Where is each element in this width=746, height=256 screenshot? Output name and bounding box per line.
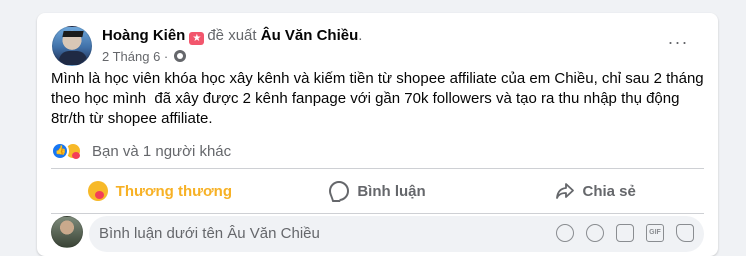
react-button-label: Thương thương (115, 182, 233, 200)
comment-button[interactable]: Bình luận (269, 169, 487, 213)
recommended-page-name[interactable]: Âu Văn Chiều (261, 27, 359, 44)
comment-composer: Bình luận dưới tên Âu Văn Chiều GIF (51, 216, 704, 252)
share-arrow-icon (555, 181, 575, 201)
post-date[interactable]: 2 Tháng 6 · (102, 49, 168, 64)
commenter-avatar[interactable] (51, 216, 83, 248)
emoji-icon[interactable] (586, 224, 604, 242)
post-meta: 2 Tháng 6 · (102, 49, 186, 64)
post-title-line: Hoàng Kiên ★ đề xuất Âu Văn Chiều. (102, 27, 362, 45)
camera-icon[interactable] (616, 224, 634, 242)
care-emoji-icon (87, 181, 108, 201)
comment-input[interactable]: Bình luận dưới tên Âu Văn Chiều GIF (89, 216, 704, 252)
recommend-verb: đề xuất (207, 27, 257, 44)
more-options-icon[interactable]: ··· (664, 32, 692, 60)
post-body-text: Mình là học viên khóa học xây kênh và ki… (51, 70, 704, 127)
gown-graphic (59, 51, 87, 65)
graduation-cap-graphic (62, 31, 84, 37)
avatar-sticker-icon[interactable] (556, 224, 574, 242)
react-button[interactable]: Thương thương (51, 169, 269, 213)
post-card: Hoàng Kiên ★ đề xuất Âu Văn Chiều. 2 Tháng… (37, 13, 718, 256)
like-reaction-icon (51, 142, 69, 160)
comment-button-label: Bình luận (357, 182, 426, 200)
share-button[interactable]: Chia sẻ (486, 169, 704, 213)
author-avatar[interactable] (52, 26, 92, 66)
gif-icon[interactable]: GIF (646, 224, 664, 242)
share-button-label: Chia sẻ (582, 182, 636, 200)
recommend-badge-icon: ★ (189, 32, 205, 45)
divider (51, 213, 704, 214)
title-period: . (358, 27, 363, 44)
sticker-icon[interactable] (676, 224, 694, 242)
comment-placeholder: Bình luận dưới tên Âu Văn Chiều (99, 225, 320, 242)
comment-bubble-icon (329, 181, 350, 201)
post-header: Hoàng Kiên ★ đề xuất Âu Văn Chiều. 2 Tháng… (52, 26, 692, 66)
reaction-summary[interactable]: Bạn và 1 người khác (51, 141, 351, 161)
globe-icon (173, 50, 186, 62)
reaction-count-text[interactable]: Bạn và 1 người khác (92, 143, 231, 160)
post-actions: Thương thương Bình luận Chia sẻ (51, 169, 704, 213)
comment-tools: GIF (556, 224, 694, 242)
author-name[interactable]: Hoàng Kiên (102, 27, 185, 44)
